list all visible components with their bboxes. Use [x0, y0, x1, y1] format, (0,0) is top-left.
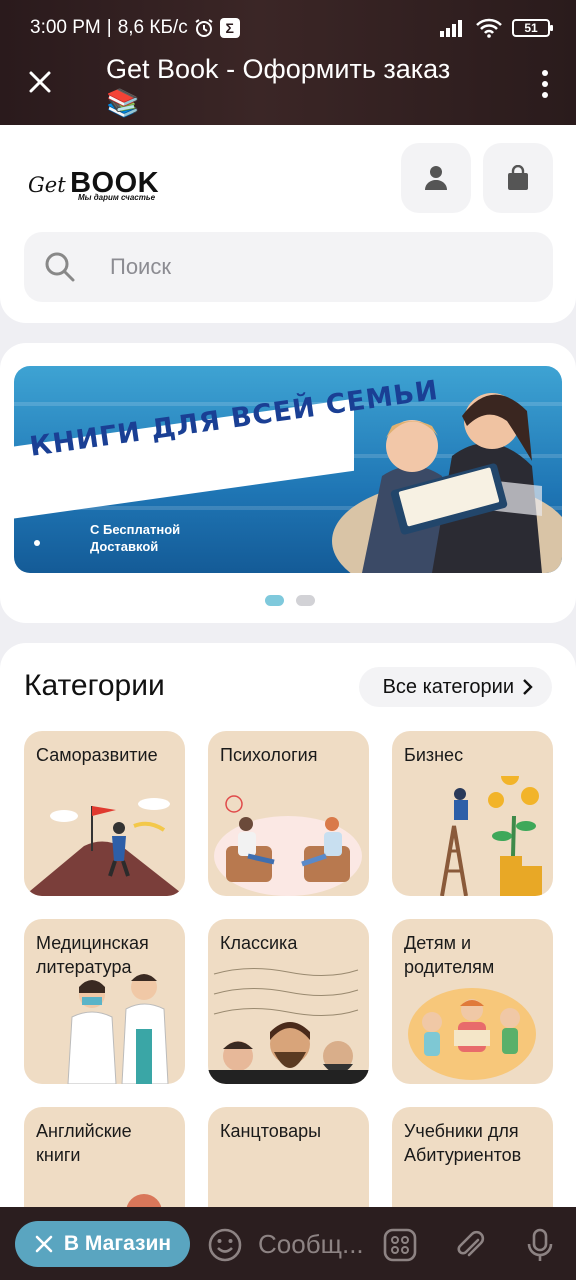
categories-section: Категории Все категории Саморазвитие Пси…: [0, 643, 576, 1272]
classic-writers-illustration: [208, 967, 369, 1084]
to-shop-button[interactable]: В Магазин: [15, 1221, 190, 1267]
attach-icon[interactable]: [452, 1227, 488, 1263]
promo-banner[interactable]: КНИГИ ДЛЯ ВСЕЙ СЕМЬИ С Бесплатной Достав…: [14, 366, 562, 573]
money-tree-illustration: [440, 776, 542, 896]
chat-input-bar: В Магазин Сообщ...: [0, 1207, 576, 1280]
cart-button[interactable]: [483, 143, 553, 213]
category-label: Саморазвитие: [36, 745, 158, 765]
therapy-session-illustration: [214, 795, 362, 896]
pager-dot-1[interactable]: [265, 595, 284, 606]
pager-dot-2[interactable]: [296, 595, 315, 606]
emoji-icon[interactable]: [207, 1227, 243, 1263]
sigma-app-icon: Σ: [219, 18, 240, 38]
site-header: Get BOOK Мы дарим счастье Поиск: [0, 125, 576, 323]
all-categories-button[interactable]: Все категории: [358, 667, 552, 707]
search-icon: [45, 252, 75, 282]
banner-pager: [265, 595, 315, 606]
banner-sub-line1: С Бесплатной: [90, 522, 181, 537]
app-header: 3:00 PM | 8,6 КБ/с Σ 51 Get Book - Оформ…: [0, 0, 576, 125]
promo-section: КНИГИ ДЛЯ ВСЕЙ СЕМЬИ С Бесплатной Достав…: [0, 343, 576, 623]
category-tile-psychology[interactable]: Психология: [208, 731, 369, 896]
signal-icon: [440, 19, 466, 37]
banner-subtext: С Бесплатной Доставкой: [90, 521, 180, 555]
category-tile-classics[interactable]: Классика: [208, 919, 369, 1084]
categories-title: Категории: [24, 669, 165, 702]
wifi-icon: [476, 18, 502, 38]
doctors-illustration: [67, 974, 169, 1084]
all-categories-label: Все категории: [382, 675, 514, 698]
category-label: Канцтовары: [220, 1121, 322, 1141]
status-time: 3:00 PM: [30, 17, 101, 38]
category-tile-kids-parents[interactable]: Детям и родителям: [392, 919, 553, 1084]
family-reading-kids-illustration: [408, 988, 536, 1080]
category-label: Бизнес: [404, 745, 464, 765]
shopping-bag-icon: [508, 165, 528, 190]
message-input[interactable]: Сообщ...: [258, 1229, 364, 1260]
category-label: Детям и родителям: [404, 933, 495, 977]
bullet-dot: [34, 540, 40, 546]
search-bar[interactable]: Поиск: [24, 232, 553, 302]
getbook-logo[interactable]: Get BOOK Мы дарим счастье: [28, 167, 159, 202]
category-label: Психология: [220, 745, 318, 765]
close-icon[interactable]: [24, 66, 56, 98]
apps-grid-icon[interactable]: [382, 1227, 418, 1263]
category-label: Учебники для Абитуриентов: [404, 1121, 522, 1165]
logo-slogan: Мы дарим счастье: [78, 193, 156, 202]
mountain-flag-illustration: [24, 798, 185, 896]
to-shop-label: В Магазин: [63, 1232, 172, 1255]
logo-get: Get: [28, 173, 66, 197]
status-separator: |: [106, 17, 112, 38]
status-bar: 3:00 PM | 8,6 КБ/с Σ 51: [30, 14, 553, 42]
category-label: Английские книги: [36, 1121, 132, 1165]
category-tile-business[interactable]: Бизнес: [392, 731, 553, 896]
close-icon: [35, 1235, 53, 1253]
battery-level: 51: [524, 21, 538, 35]
account-button[interactable]: [401, 143, 471, 213]
microphone-icon[interactable]: [522, 1227, 558, 1263]
category-tile-self-development[interactable]: Саморазвитие: [24, 731, 185, 896]
window-title: Get Book - Оформить заказ 📚: [106, 54, 451, 118]
search-placeholder: Поиск: [110, 254, 171, 279]
battery-icon: 51: [512, 19, 553, 37]
chevron-right-icon: [523, 679, 533, 695]
alarm-icon: [194, 18, 214, 38]
category-tile-medical[interactable]: Медицинская литература: [24, 919, 185, 1084]
more-menu-icon[interactable]: [542, 70, 548, 98]
network-speed: 8,6 КБ/с: [117, 17, 188, 38]
user-icon: [425, 166, 447, 190]
banner-sub-line2: Доставкой: [90, 539, 159, 554]
